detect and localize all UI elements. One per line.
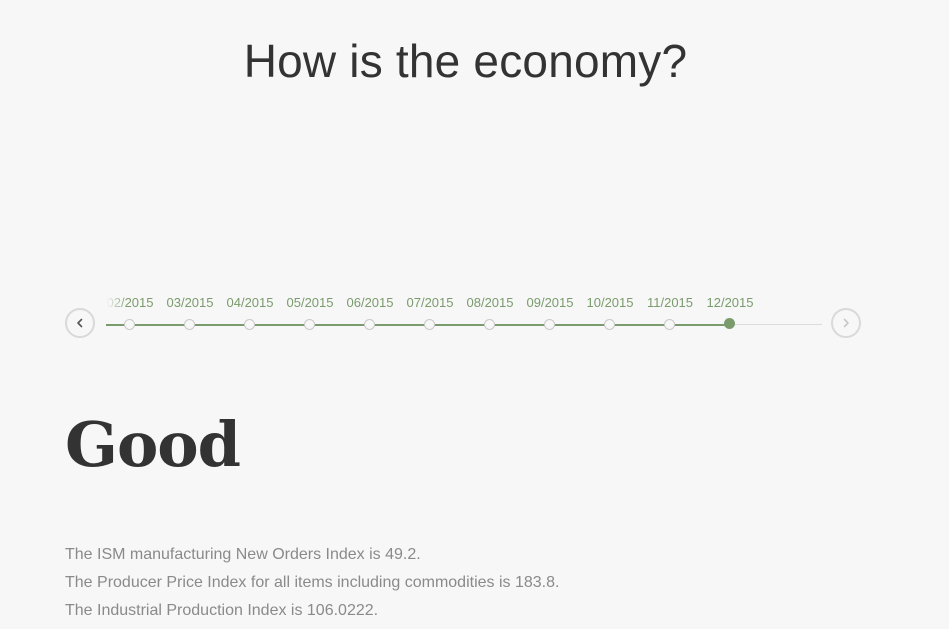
timeline-event-label: 06/2015	[346, 295, 394, 310]
timeline-event-label: 05/2015	[286, 295, 334, 310]
timeline-event-dot	[664, 319, 675, 330]
timeline-event-dot	[184, 319, 195, 330]
timeline-event[interactable]: 06/2015	[340, 290, 400, 350]
indicator-ism-new-orders: The ISM manufacturing New Orders Index i…	[65, 546, 421, 563]
timeline-event-dot	[484, 319, 495, 330]
chevron-left-icon	[77, 318, 83, 328]
timeline-event[interactable]: 08/2015	[460, 290, 520, 350]
timeline-event[interactable]: 09/2015	[520, 290, 580, 350]
date-timeline: 02/2015 03/2015 04/2015 05/2015 06/2015 07/20…	[65, 290, 865, 350]
timeline-event-dot	[544, 319, 555, 330]
timeline-event[interactable]: 10/2015	[580, 290, 640, 350]
timeline-next-button[interactable]	[831, 308, 861, 338]
timeline-prev-button[interactable]	[65, 308, 95, 338]
indicator-producer-price: The Producer Price Index for all items i…	[65, 574, 560, 591]
timeline-event-label: 04/2015	[226, 295, 274, 310]
timeline-event-dot	[724, 318, 735, 329]
timeline-event[interactable]: 04/2015	[220, 290, 280, 350]
indicator-industrial-production: The Industrial Production Index is 106.0…	[65, 602, 379, 619]
timeline-event[interactable]: 05/2015	[280, 290, 340, 350]
timeline-event-label: 07/2015	[406, 295, 454, 310]
timeline-event[interactable]: 11/2015	[640, 290, 700, 350]
chevron-right-icon	[843, 318, 849, 328]
timeline-event[interactable]: 03/2015	[160, 290, 220, 350]
timeline-track: 02/2015 03/2015 04/2015 05/2015 06/2015 07/20…	[106, 290, 828, 350]
economy-verdict: Good	[65, 408, 241, 481]
timeline-event[interactable]: 07/2015	[400, 290, 460, 350]
indicator-list: The ISM manufacturing New Orders Index i…	[65, 541, 559, 625]
timeline-event-label: 09/2015	[526, 295, 574, 310]
timeline-event-dot	[124, 319, 135, 330]
timeline-event-label: 02/2015	[106, 295, 154, 310]
timeline-event[interactable]: 12/2015	[700, 290, 760, 350]
page-title: How is the economy?	[243, 35, 688, 87]
timeline-event-dot	[424, 319, 435, 330]
timeline-event-label: 12/2015	[706, 295, 754, 310]
timeline-event-dot	[604, 319, 615, 330]
timeline-event[interactable]: 02/2015	[106, 290, 160, 350]
timeline-event-dot	[244, 319, 255, 330]
timeline-event-dot	[304, 319, 315, 330]
timeline-event-dot	[364, 319, 375, 330]
timeline-event-label: 11/2015	[646, 295, 694, 310]
timeline-event-label: 03/2015	[166, 295, 214, 310]
timeline-event-label: 08/2015	[466, 295, 514, 310]
timeline-event-label: 10/2015	[586, 295, 634, 310]
